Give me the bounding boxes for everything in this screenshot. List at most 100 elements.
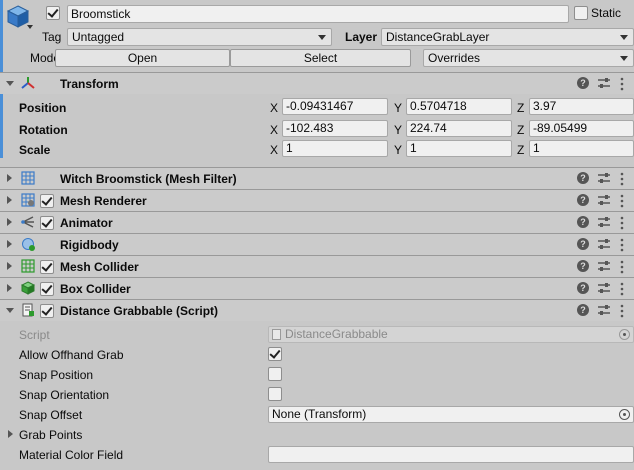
snap-offset-label: Snap Offset <box>19 408 83 422</box>
tag-dropdown[interactable]: Untagged <box>67 28 332 46</box>
box-collider-title: Box Collider <box>60 282 131 296</box>
box-collider-header[interactable]: Box Collider ? <box>0 277 634 299</box>
layer-value: DistanceGrabLayer <box>386 30 490 44</box>
kebab-menu-icon[interactable] <box>619 282 625 296</box>
axis-y-label[interactable]: Y <box>394 101 402 115</box>
grab-points-foldout-icon[interactable] <box>8 430 13 438</box>
presets-icon[interactable] <box>597 216 611 228</box>
active-checkbox[interactable] <box>46 6 60 20</box>
select-button[interactable]: Select <box>230 49 411 67</box>
kebab-menu-icon[interactable] <box>619 260 625 274</box>
help-icon[interactable]: ? <box>577 282 589 294</box>
rotation-y-field[interactable]: 224.74 <box>406 120 512 137</box>
mesh-filter-header[interactable]: Witch Broomstick (Mesh Filter) ? <box>0 167 634 189</box>
snap-position-checkbox[interactable] <box>268 367 282 381</box>
help-icon[interactable]: ? <box>577 194 589 206</box>
rotation-label: Rotation <box>19 123 68 137</box>
foldout-closed-icon[interactable] <box>7 218 12 226</box>
foldout-closed-icon[interactable] <box>7 174 12 182</box>
animator-icon <box>21 215 35 229</box>
foldout-closed-icon[interactable] <box>7 262 12 270</box>
scale-z-field[interactable]: 1 <box>529 140 634 157</box>
kebab-menu-icon[interactable] <box>619 77 625 91</box>
presets-icon[interactable] <box>597 238 611 250</box>
kebab-menu-icon[interactable] <box>619 238 625 252</box>
static-checkbox[interactable] <box>574 6 588 20</box>
static-label: Static <box>591 6 622 20</box>
object-picker-icon <box>619 329 630 340</box>
kebab-menu-icon[interactable] <box>619 194 625 208</box>
axis-z-label[interactable]: Z <box>517 101 524 115</box>
header-actions: ? <box>574 171 634 187</box>
help-icon[interactable]: ? <box>577 77 589 89</box>
kebab-menu-icon[interactable] <box>619 216 625 230</box>
icon-dropdown-arrow-icon[interactable] <box>27 25 33 29</box>
mesh-renderer-enabled-checkbox[interactable] <box>40 194 54 208</box>
mesh-renderer-header[interactable]: Mesh Renderer ? <box>0 189 634 211</box>
help-icon[interactable]: ? <box>577 172 589 184</box>
foldout-closed-icon[interactable] <box>7 196 12 204</box>
transform-header[interactable]: Transform ? <box>0 72 634 94</box>
foldout-open-icon[interactable] <box>6 308 14 313</box>
rotation-x-field[interactable]: -102.483 <box>282 120 388 137</box>
scale-x-field[interactable]: 1 <box>282 140 388 157</box>
mesh-filter-title: Witch Broomstick (Mesh Filter) <box>60 172 237 186</box>
rotation-z-field[interactable]: -89.05499 <box>529 120 634 137</box>
position-z-field[interactable]: 3.97 <box>529 98 634 115</box>
box-collider-enabled-checkbox[interactable] <box>40 282 54 296</box>
header-actions: ? <box>574 193 634 209</box>
help-icon[interactable]: ? <box>577 238 589 250</box>
scale-label: Scale <box>19 143 51 157</box>
presets-icon[interactable] <box>597 194 611 206</box>
axis-x-label[interactable]: X <box>270 123 278 137</box>
kebab-menu-icon[interactable] <box>619 172 625 186</box>
axis-x-label[interactable]: X <box>270 143 278 157</box>
foldout-closed-icon[interactable] <box>7 240 12 248</box>
rigidbody-header[interactable]: Rigidbody ? <box>0 233 634 255</box>
distance-grabbable-enabled-checkbox[interactable] <box>40 304 54 318</box>
object-name-field[interactable]: Broomstick <box>67 5 569 23</box>
axis-x-label[interactable]: X <box>270 101 278 115</box>
presets-icon[interactable] <box>597 282 611 294</box>
help-icon[interactable]: ? <box>577 216 589 228</box>
allow-offhand-grab-checkbox[interactable] <box>268 347 282 361</box>
axis-y-label[interactable]: Y <box>394 143 402 157</box>
tag-label: Tag <box>42 30 62 44</box>
position-y-field[interactable]: 0.5704718 <box>406 98 512 115</box>
header-actions: ? <box>574 215 634 231</box>
material-color-field-label: Material Color Field <box>19 448 124 462</box>
animator-header[interactable]: Animator ? <box>0 211 634 233</box>
layer-dropdown[interactable]: DistanceGrabLayer <box>381 28 634 46</box>
mesh-collider-enabled-checkbox[interactable] <box>40 260 54 274</box>
open-button[interactable]: Open <box>55 49 230 67</box>
presets-icon[interactable] <box>597 172 611 184</box>
presets-icon[interactable] <box>597 77 611 89</box>
overrides-dropdown[interactable]: Overrides <box>423 49 634 67</box>
distance-grabbable-header[interactable]: Distance Grabbable (Script) ? <box>0 299 634 321</box>
chevron-down-icon <box>620 56 628 61</box>
rigidbody-icon <box>21 237 35 251</box>
object-picker-icon[interactable] <box>619 409 630 420</box>
snap-offset-field[interactable]: None (Transform) <box>268 406 634 423</box>
axis-y-label[interactable]: Y <box>394 123 402 137</box>
material-color-field-input[interactable] <box>268 446 634 463</box>
foldout-open-icon[interactable] <box>6 81 14 86</box>
axis-z-label[interactable]: Z <box>517 123 524 137</box>
box-collider-icon <box>20 281 36 295</box>
animator-title: Animator <box>60 216 113 230</box>
grab-points-label[interactable]: Grab Points <box>19 428 82 442</box>
presets-icon[interactable] <box>597 260 611 272</box>
position-x-field[interactable]: -0.09431467 <box>282 98 388 115</box>
help-icon[interactable]: ? <box>577 304 589 316</box>
animator-enabled-checkbox[interactable] <box>40 216 54 230</box>
mesh-collider-header[interactable]: Mesh Collider ? <box>0 255 634 277</box>
axis-z-label[interactable]: Z <box>517 143 524 157</box>
snap-orientation-checkbox[interactable] <box>268 387 282 401</box>
kebab-menu-icon[interactable] <box>619 304 625 318</box>
foldout-closed-icon[interactable] <box>7 284 12 292</box>
scale-y-field[interactable]: 1 <box>406 140 512 157</box>
help-icon[interactable]: ? <box>577 260 589 272</box>
header-actions: ? <box>574 237 634 253</box>
presets-icon[interactable] <box>597 304 611 316</box>
transform-title: Transform <box>60 77 119 91</box>
